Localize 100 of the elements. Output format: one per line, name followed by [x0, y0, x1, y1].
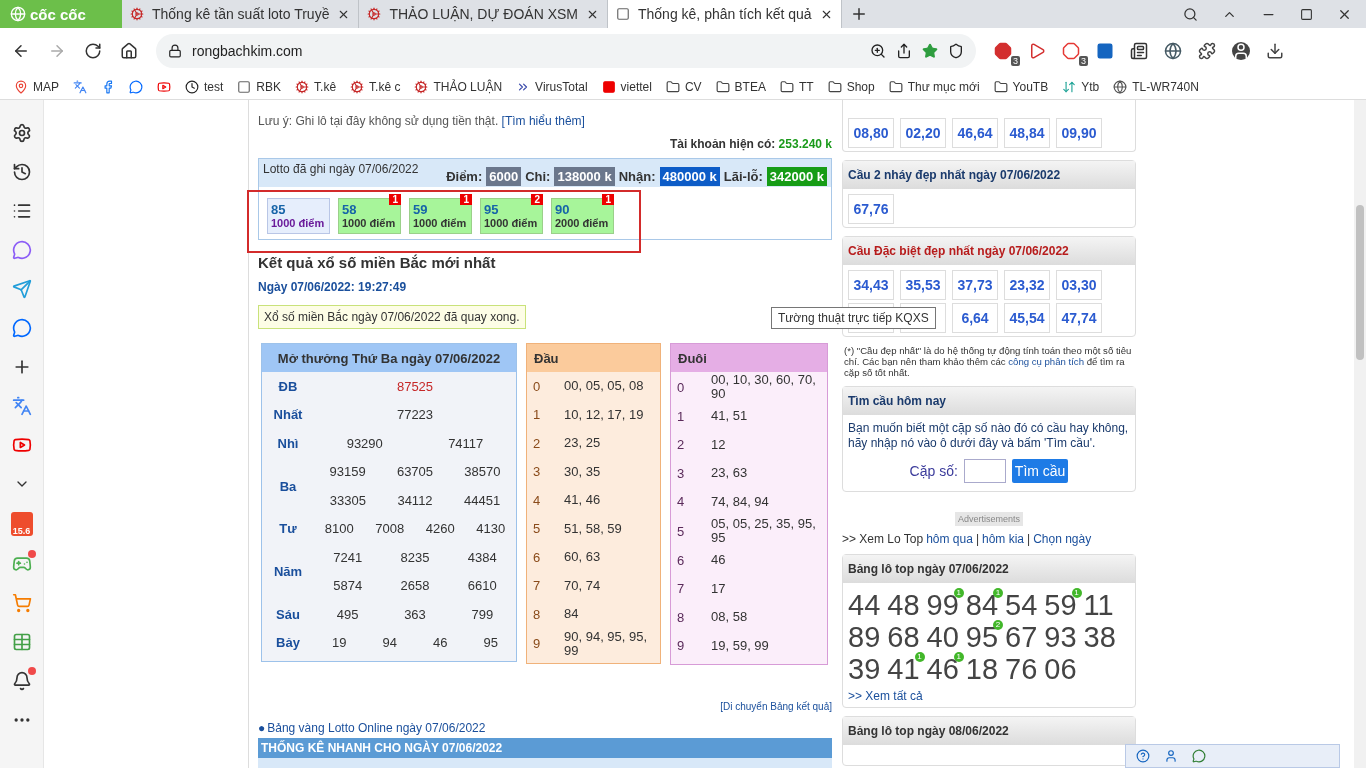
hit-badge: 2: [531, 194, 543, 205]
chip-number: 85: [271, 202, 287, 217]
puzzle-icon[interactable]: [1198, 42, 1216, 60]
bookmark[interactable]: Thư mục mới: [888, 79, 980, 94]
bookmark[interactable]: [73, 79, 87, 94]
circle-icon[interactable]: [1164, 42, 1182, 60]
number-pair[interactable]: 02,20: [900, 118, 946, 148]
separator: |: [1027, 532, 1031, 546]
number-pair[interactable]: 35,53: [900, 270, 946, 300]
number-pair[interactable]: 67,76: [848, 194, 894, 224]
link[interactable]: [Di chuyển Bảng kết quả]: [720, 701, 832, 712]
bookmark[interactable]: TT: [779, 79, 814, 94]
instruction-text: Bạn muốn biết một cặp số nào đó có cầu hay không, hãy nhập nó vào ô dưới đây và bấm 'Tìm cầu'.: [848, 421, 1130, 451]
bookmark[interactable]: Ytb: [1062, 79, 1100, 94]
bookmark[interactable]: [157, 79, 171, 94]
reload-icon[interactable]: [84, 42, 102, 60]
youtube-icon: [157, 79, 171, 94]
avatar-icon[interactable]: [1232, 42, 1250, 60]
number-pair[interactable]: 45,54: [1004, 303, 1050, 333]
bookmark[interactable]: CV: [665, 79, 702, 94]
user-icon[interactable]: [1164, 749, 1178, 763]
table-cell-text: 08, 58: [711, 610, 749, 625]
link[interactable]: Chọn ngày: [1033, 532, 1092, 546]
download-icon[interactable]: [1266, 42, 1284, 60]
bookmark[interactable]: BTEA: [715, 79, 766, 94]
translate-icon: [73, 79, 87, 94]
folder-icon: [779, 79, 794, 94]
number-pair[interactable]: 34,43: [848, 270, 894, 300]
number-pair[interactable]: 23,32: [1004, 270, 1050, 300]
help-icon[interactable]: [1136, 749, 1150, 763]
search-button[interactable]: Tìm cầu: [1011, 459, 1069, 483]
bookmark[interactable]: [129, 79, 143, 94]
number-pair[interactable]: 46,64: [952, 118, 998, 148]
link[interactable]: hôm kia: [982, 532, 1025, 546]
link[interactable]: Bảng vàng Lotto Online ngày 07/06/2022: [267, 721, 486, 735]
field-label: Cặp số:: [909, 463, 958, 479]
number-pair[interactable]: 6,64: [952, 303, 998, 333]
chip-number: 90: [555, 202, 571, 217]
link[interactable]: >> Xem tất cả: [848, 689, 923, 703]
bookmark[interactable]: [101, 79, 115, 94]
table-cell-text: 9: [532, 636, 542, 651]
chip-points: 1000 điểm: [342, 217, 397, 229]
bookmark[interactable]: T.kê: [295, 79, 337, 94]
input-field[interactable]: [963, 459, 1006, 483]
search-icon[interactable]: [1183, 6, 1198, 22]
bookmark[interactable]: RBK: [237, 79, 282, 94]
number-pair[interactable]: 09,90: [1056, 118, 1102, 148]
table-cell-text: 23, 25: [564, 436, 602, 451]
prize-number: 74117: [448, 435, 484, 451]
address-bar[interactable]: rongbachkim.com: [156, 34, 976, 68]
table-cell-text: 0: [676, 379, 686, 395]
prize-label: ĐB: [277, 378, 299, 394]
chip-points: 2000 điểm: [555, 217, 610, 229]
bookmark[interactable]: T.kê c: [350, 79, 401, 94]
translate-icon[interactable]: [10, 395, 33, 417]
table-cell-text: 00, 05, 05, 08: [564, 379, 645, 394]
number-pair[interactable]: 08,80: [848, 118, 894, 148]
folder-icon: [993, 79, 1008, 94]
telegram-icon[interactable]: [10, 278, 33, 300]
bookmark[interactable]: TL-WR740N: [1113, 79, 1199, 94]
table-header: Đầu: [527, 344, 660, 372]
star-icon[interactable]: [922, 43, 938, 59]
home-icon[interactable]: [120, 42, 138, 60]
prize-number: 93159: [329, 464, 366, 480]
table-cell-text: 7: [676, 581, 686, 597]
stop-sign-icon[interactable]: [1062, 42, 1080, 60]
bookmark[interactable]: THẢO LUẬN: [414, 79, 503, 94]
panel-title: Bảng lô top ngày 07/06/2022: [843, 555, 1135, 583]
link[interactable]: công cụ phân tích: [1008, 356, 1084, 367]
chat-icon[interactable]: [10, 317, 33, 339]
maximize-icon[interactable]: [1300, 7, 1313, 21]
letter-tile-icon[interactable]: [1096, 42, 1114, 60]
play-icon[interactable]: [1028, 42, 1046, 60]
shop-tile[interactable]: 15.6: [10, 512, 33, 536]
link[interactable]: hôm qua: [926, 532, 973, 546]
number-pair[interactable]: 03,30: [1056, 270, 1102, 300]
shield-icon[interactable]: [948, 43, 964, 59]
number-pair[interactable]: 47,74: [1056, 303, 1102, 333]
number-pair[interactable]: 37,73: [952, 270, 998, 300]
newspaper-icon[interactable]: [1130, 42, 1148, 60]
chat-icon[interactable]: [1192, 749, 1206, 763]
stop-sign-icon[interactable]: [994, 42, 1012, 60]
bookmark[interactable]: VirusTotal: [516, 79, 588, 94]
zoom-icon[interactable]: [870, 43, 886, 59]
hit-badge: 1: [389, 194, 401, 205]
scrollbar-thumb[interactable]: [1356, 205, 1364, 360]
table-cell-text: 6: [532, 549, 542, 565]
bookmark[interactable]: viettel: [601, 79, 652, 94]
number-pair[interactable]: 48,84: [1004, 118, 1050, 148]
share-icon[interactable]: [896, 43, 912, 59]
bookmark[interactable]: test: [185, 79, 224, 94]
browser-tab[interactable]: Thống kê, phân tích kết quả: [608, 0, 842, 28]
back-icon[interactable]: [12, 42, 30, 60]
lo-number: 38: [1083, 621, 1116, 653]
bookmark[interactable]: MAP: [14, 79, 59, 94]
table-cell-text: 74, 84, 94: [711, 494, 770, 509]
link[interactable]: [Tìm hiểu thêm]: [501, 114, 585, 128]
bookmark[interactable]: Shop: [827, 79, 875, 94]
messenger-icon[interactable]: [10, 239, 33, 261]
bookmark[interactable]: YouTB: [993, 79, 1049, 94]
